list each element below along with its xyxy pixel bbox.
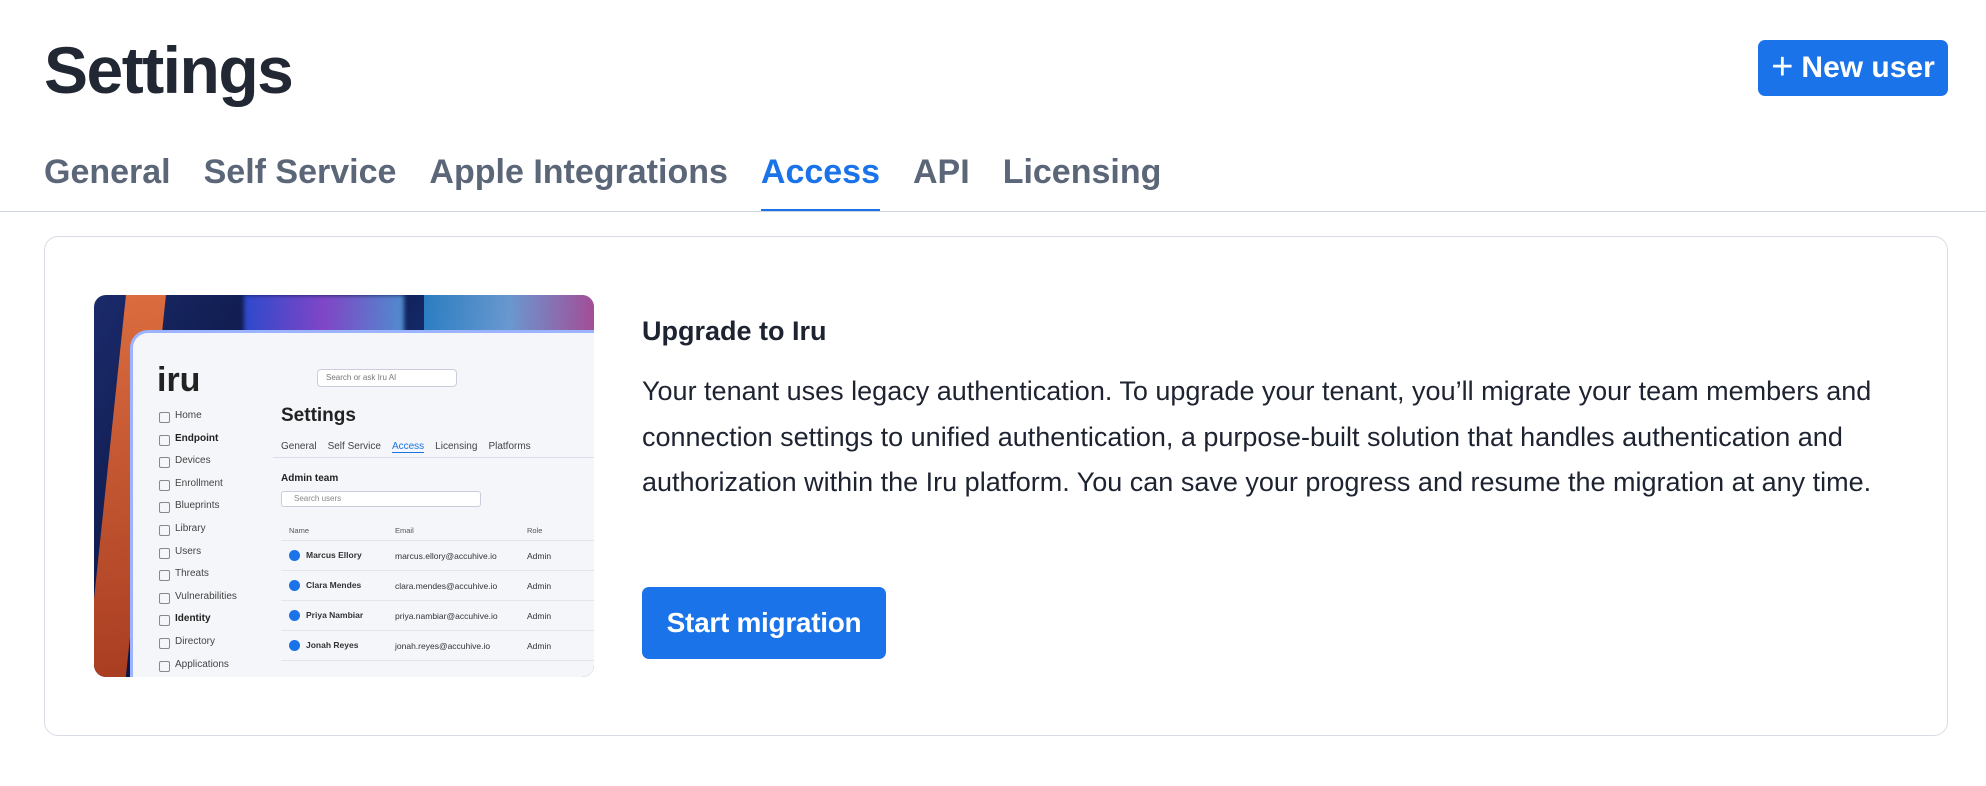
preview-sidebar-item: Devices (159, 450, 237, 473)
preview-sidebar-item: Threats (159, 563, 237, 586)
preview-cell: jonah.reyes@accuhive.io (395, 640, 491, 651)
preview-sidebar-item: Enrollment (159, 473, 237, 496)
new-user-button[interactable]: + New user (1758, 40, 1948, 96)
tab-apple-integrations[interactable]: Apple Integrations (429, 146, 727, 212)
preview-cell: priya.nambiar@accuhive.io (395, 610, 498, 621)
preview-search-users: Search users (281, 491, 481, 507)
preview-sidebar-item: Directory (159, 631, 237, 654)
preview-cell: Admin (527, 580, 552, 591)
preview-cell: marcus.ellory@accuhive.io (395, 550, 497, 561)
preview-name: Priya Nambiar (306, 609, 364, 620)
preview-sidebar-item: Applications (159, 654, 237, 677)
preview-sidebar-item: Vulnerabilities (159, 586, 237, 609)
page-title: Settings (44, 33, 294, 107)
preview-sidebar-item: Library (159, 518, 237, 541)
preview-name: Marcus Ellory (306, 549, 362, 560)
preview-sidebar-item: Identity (159, 608, 237, 631)
preview-col: Email (395, 526, 414, 535)
settings-tabs: General Self Service Apple Integrations … (44, 146, 1194, 212)
tab-api[interactable]: API (913, 146, 970, 212)
table-row: Priya Nambiar priya.nambiar@accuhive.io … (281, 601, 594, 631)
preview-name: Jonah Reyes (306, 639, 359, 650)
preview-name: Clara Mendes (306, 579, 362, 590)
table-row: Marcus Ellory marcus.ellory@accuhive.io … (281, 541, 594, 571)
preview-table: Name Email Role Marcus Ellory marcus.ell… (281, 521, 594, 661)
preview-window: iru Search or ask Iru AI Home Endpoint D… (130, 330, 594, 677)
tab-self-service[interactable]: Self Service (204, 146, 397, 212)
preview-sidebar-item: Users (159, 541, 237, 564)
preview-tab: Platforms (488, 441, 531, 452)
preview-tab: General (281, 441, 317, 452)
iru-preview-image: iru Search or ask Iru AI Home Endpoint D… (94, 295, 594, 677)
upgrade-title: Upgrade to Iru (642, 316, 827, 346)
tab-access[interactable]: Access (760, 146, 881, 212)
avatar (289, 580, 300, 592)
preview-cell: Admin (527, 550, 552, 561)
preview-sidebar-item: Blueprints (159, 495, 237, 518)
preview-tabs: General Self Service Access Licensing Pl… (281, 441, 531, 453)
preview-tab: Licensing (435, 441, 478, 452)
preview-sidebar-item: Endpoint (159, 428, 237, 451)
preview-cell: Admin (527, 610, 552, 621)
preview-section: Admin team (281, 473, 339, 484)
preview-col: Role (527, 526, 543, 535)
table-row: Jonah Reyes jonah.reyes@accuhive.io Admi… (281, 631, 594, 661)
start-migration-button[interactable]: Start migration (642, 587, 886, 659)
avatar (289, 640, 300, 652)
preview-sidebar: Home Endpoint Devices Enrollment Bluepri… (159, 405, 237, 676)
preview-cell: clara.mendes@accuhive.io (395, 580, 498, 591)
preview-table-header: Name Email Role (281, 521, 594, 541)
tab-licensing[interactable]: Licensing (1003, 146, 1162, 212)
preview-cell: Jonah Reyes (281, 639, 395, 652)
preview-cell: Admin (527, 640, 552, 651)
preview-sidebar-item: Home (159, 405, 237, 428)
preview-search: Search or ask Iru AI (317, 369, 457, 387)
tabs-divider (0, 211, 1986, 212)
upgrade-description: Your tenant uses legacy authentication. … (642, 376, 1872, 497)
preview-tab: Self Service (327, 441, 381, 452)
avatar (289, 550, 300, 562)
avatar (289, 610, 300, 622)
preview-divider (273, 457, 594, 458)
table-row: Clara Mendes clara.mendes@accuhive.io Ad… (281, 571, 594, 601)
plus-icon: + (1771, 45, 1794, 88)
tab-general[interactable]: General (44, 146, 171, 212)
upgrade-card: iru Search or ask Iru AI Home Endpoint D… (44, 236, 1948, 736)
preview-cell: Marcus Ellory (281, 549, 395, 562)
preview-cell: Priya Nambiar (281, 609, 395, 622)
preview-tab: Access (391, 441, 425, 453)
iru-logo: iru (157, 361, 201, 399)
preview-title: Settings (281, 405, 356, 426)
preview-col: Name (289, 526, 310, 535)
preview-cell: Clara Mendes (281, 579, 395, 592)
new-user-button-label: New user (1801, 51, 1935, 84)
